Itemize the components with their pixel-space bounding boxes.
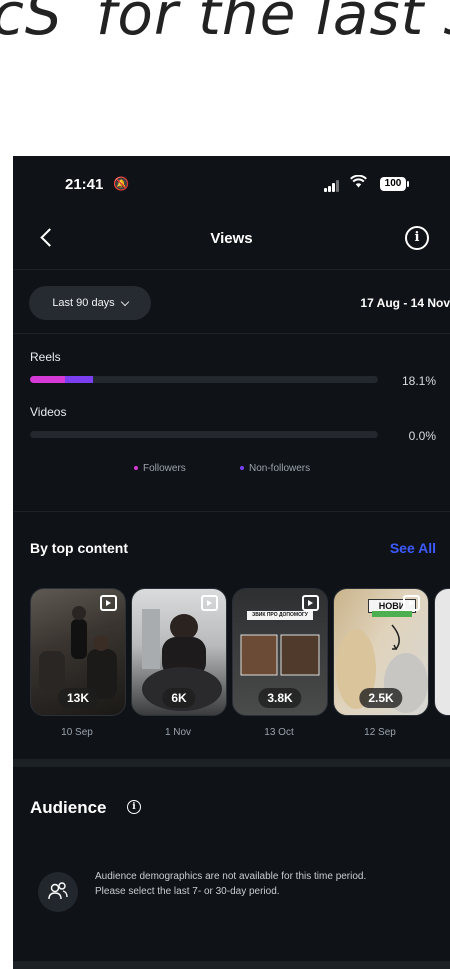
cellular-signal-icon: [324, 180, 342, 192]
videos-label: Videos: [30, 405, 67, 419]
content-thumbnail-4[interactable]: НОВИ 2.5K: [333, 588, 429, 716]
caption-fragment-1: cS: [0, 0, 63, 48]
reel-icon: [302, 595, 319, 611]
background-caption: cS for the last 3: [0, 0, 450, 60]
reels-progress-bar: [30, 376, 378, 383]
content-thumbnail-2[interactable]: 6K: [131, 588, 227, 716]
status-bar: 21:41 🔕 100: [13, 156, 450, 212]
non-followers-dot: [240, 466, 244, 471]
thumbnail-date: 12 Sep: [364, 727, 396, 738]
reel-icon: [201, 595, 218, 611]
battery-icon: 100: [380, 177, 409, 191]
date-range: 17 Aug - 14 Nov: [360, 296, 450, 310]
legend-followers: Followers: [134, 463, 186, 474]
info-icon[interactable]: i: [405, 226, 429, 250]
top-content-title: By top content: [30, 540, 128, 556]
content-thumbnail-5-partial[interactable]: [434, 588, 450, 716]
views-count: 13K: [57, 688, 99, 708]
audience-info-icon[interactable]: i: [127, 800, 141, 814]
followers-dot: [134, 466, 138, 471]
views-count: 6K: [162, 688, 196, 708]
date-filter-dropdown[interactable]: Last 90 days: [29, 286, 151, 320]
status-time: 21:41: [65, 176, 104, 193]
filter-divider: [13, 333, 450, 334]
legend-divider: [13, 511, 450, 512]
thumbnail-date: 13 Oct: [264, 727, 294, 738]
reel-icon: [100, 595, 117, 611]
thumbnail-date: 10 Sep: [61, 727, 93, 738]
header-divider: [13, 269, 450, 270]
thumbnail-date: 1 Nov: [164, 727, 192, 738]
page-title: Views: [210, 230, 253, 247]
views-count: 2.5K: [359, 688, 403, 708]
videos-percent: 0.0%: [408, 429, 436, 443]
videos-progress-bar: [30, 431, 378, 438]
chevron-down-icon: [120, 297, 129, 306]
audience-title: Audience: [30, 798, 107, 817]
reels-label: Reels: [30, 350, 61, 364]
people-icon: [38, 872, 78, 912]
legend-non-followers-label: Non-followers: [249, 463, 311, 474]
content-thumbnail-1[interactable]: 13K: [30, 588, 126, 716]
reel-icon: [403, 595, 420, 611]
bottom-separator: [13, 961, 450, 969]
audience-unavailable-message: Audience demographics are not available …: [95, 871, 367, 897]
see-all-link[interactable]: See All: [390, 540, 436, 556]
caption-fragment-2: for the last 3: [96, 0, 450, 48]
reels-non-followers-segment: [65, 376, 93, 383]
date-filter-label: Last 90 days: [52, 297, 115, 309]
phone-screen: 21:41 🔕 100 Views i Last 90 days 17 Aug …: [13, 156, 450, 969]
navigation-bar: Views i: [13, 216, 450, 260]
reels-percent: 18.1%: [401, 374, 436, 388]
content-thumbnail-3[interactable]: ЗВИК ПРО ДОПОМОГУ 3.8K: [232, 588, 328, 716]
views-count: 3.8K: [258, 688, 302, 708]
section-separator: [13, 759, 450, 767]
mute-bell-icon: 🔕: [113, 176, 130, 191]
reels-followers-segment: [30, 376, 66, 383]
wifi-icon: [350, 174, 367, 193]
legend-followers-label: Followers: [143, 463, 186, 474]
legend-non-followers: Non-followers: [240, 463, 310, 474]
